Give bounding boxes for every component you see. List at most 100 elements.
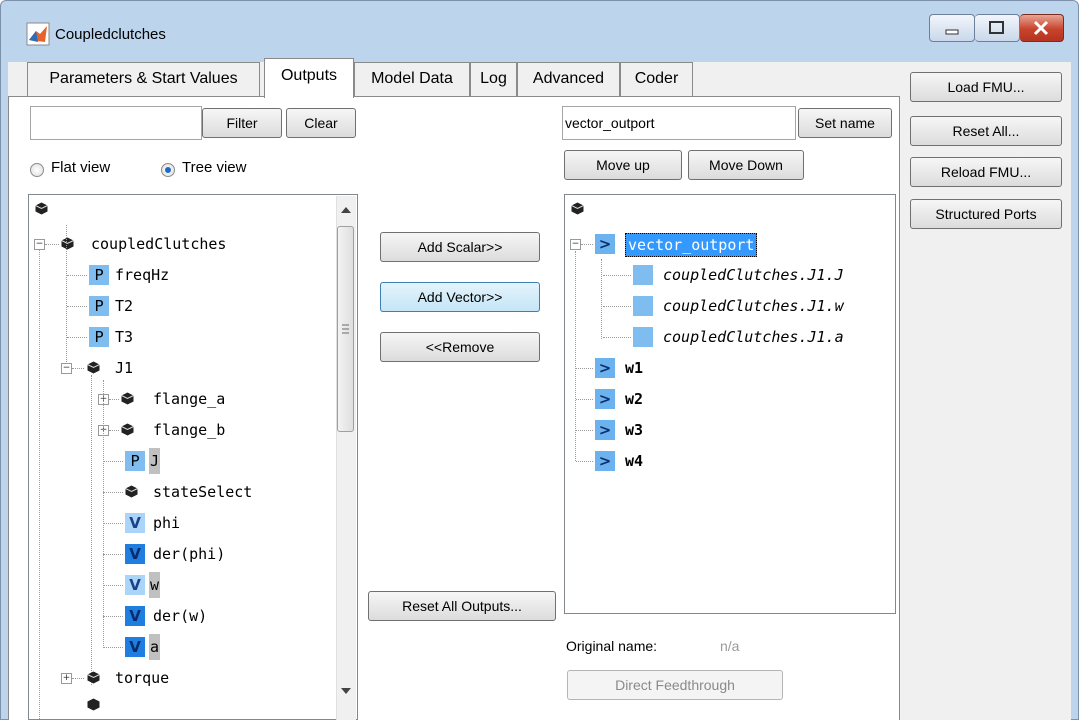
direct-feedthrough-button[interactable]: Direct Feedthrough: [567, 670, 783, 700]
scrollbar-thumb[interactable]: [337, 226, 354, 432]
tab-coder[interactable]: Coder: [620, 62, 693, 96]
scroll-down-arrow-icon[interactable]: [340, 683, 352, 698]
output-row-w1[interactable]: > w1: [565, 355, 895, 381]
tree-row-flange-a[interactable]: + flange_a: [29, 386, 349, 412]
output-row-w3[interactable]: > w3: [565, 417, 895, 443]
tree-row-label: w1: [625, 359, 644, 377]
output-row-j1-a[interactable]: coupledClutches.J1.a: [565, 324, 895, 350]
tree-row-phi[interactable]: V phi: [29, 510, 349, 536]
signal-icon: [633, 327, 653, 347]
tree-view-radio[interactable]: [161, 163, 175, 177]
remove-button[interactable]: <<Remove: [380, 332, 540, 362]
component-icon: [121, 423, 134, 436]
tree-row-coupledclutches[interactable]: − coupledClutches: [29, 231, 349, 257]
component-icon: [61, 237, 74, 250]
tab-parameters-start-values[interactable]: Parameters & Start Values: [27, 62, 260, 96]
outputs-tree[interactable]: − > vector_outport coupledClutches.J1.J …: [564, 194, 896, 614]
tree-row-label: w: [149, 572, 161, 598]
output-name-input[interactable]: vector_outport: [562, 106, 796, 140]
tree-connector: [603, 275, 631, 276]
component-icon: [125, 485, 138, 498]
tree-row-label: J: [149, 448, 161, 474]
component-icon: [121, 392, 134, 405]
output-row-j1-w[interactable]: coupledClutches.J1.w: [565, 293, 895, 319]
move-down-button[interactable]: Move Down: [688, 150, 804, 180]
flat-view-radio[interactable]: [30, 163, 44, 177]
collapse-icon[interactable]: −: [61, 363, 72, 374]
tree-connector: [72, 678, 84, 679]
tree-connector: [103, 523, 123, 524]
tree-view-label: Tree view: [182, 159, 247, 176]
tree-row-label: w2: [625, 390, 644, 408]
tree-row-j[interactable]: P J: [29, 448, 349, 474]
tab-advanced[interactable]: Advanced: [517, 62, 620, 96]
tree-connector: [576, 399, 593, 400]
reset-all-outputs-button[interactable]: Reset All Outputs...: [368, 591, 556, 621]
add-vector-button[interactable]: Add Vector>>: [380, 282, 540, 312]
output-row-j1-j[interactable]: coupledClutches.J1.J: [565, 262, 895, 288]
move-up-button[interactable]: Move up: [564, 150, 682, 180]
tab-log[interactable]: Log: [470, 62, 517, 96]
maximize-button[interactable]: [975, 14, 1020, 42]
tree-row-w[interactable]: V w: [29, 572, 349, 598]
matlab-app-icon: [26, 22, 50, 46]
collapse-icon[interactable]: −: [34, 239, 45, 250]
tree-connector: [103, 585, 123, 586]
structured-ports-button[interactable]: Structured Ports: [910, 199, 1062, 229]
close-button[interactable]: [1020, 14, 1064, 42]
minimize-button[interactable]: [929, 14, 975, 42]
tree-row-flange-b[interactable]: + flange_b: [29, 417, 349, 443]
tree-row-t2[interactable]: P T2: [29, 293, 349, 319]
tree-row-label: T3: [115, 328, 134, 346]
tree-connector: [103, 554, 123, 555]
tab-model-data[interactable]: Model Data: [354, 62, 470, 96]
output-row-vector-outport[interactable]: − > vector_outport: [565, 231, 895, 257]
tree-connector: [103, 647, 123, 648]
tree-connector: [581, 244, 593, 245]
component-icon: [87, 361, 100, 374]
tree-row-label: coupledClutches.J1.J: [663, 266, 844, 284]
tree-connector: [45, 244, 59, 245]
filter-input[interactable]: [30, 106, 202, 140]
scroll-up-arrow-icon[interactable]: [340, 202, 352, 217]
output-port-icon: >: [595, 451, 615, 471]
tree-row-der-phi[interactable]: V der(phi): [29, 541, 349, 567]
tree-row-label: freqHz: [115, 266, 170, 284]
tree-guide: [66, 225, 67, 368]
set-name-button[interactable]: Set name: [798, 108, 892, 138]
signal-icon: [633, 296, 653, 316]
parameter-icon: P: [89, 296, 109, 316]
tab-outputs[interactable]: Outputs: [264, 58, 354, 98]
output-port-icon: >: [595, 420, 615, 440]
tree-guide: [103, 380, 104, 648]
parameter-icon: P: [125, 451, 145, 471]
tree-connector: [67, 275, 87, 276]
clear-button[interactable]: Clear: [286, 108, 356, 138]
output-row-w2[interactable]: > w2: [565, 386, 895, 412]
tree-row-freqhz[interactable]: P freqHz: [29, 262, 349, 288]
tree-row-label: flange_a: [153, 390, 226, 408]
tree-connector: [103, 616, 123, 617]
tree-row-torque[interactable]: + torque: [29, 665, 349, 691]
reload-fmu-button[interactable]: Reload FMU...: [910, 157, 1062, 187]
output-port-icon: >: [595, 389, 615, 409]
filter-button[interactable]: Filter: [202, 108, 282, 138]
variable-icon: V: [125, 513, 145, 533]
expand-icon[interactable]: +: [61, 673, 72, 684]
tree-row-a[interactable]: V a: [29, 634, 349, 660]
load-fmu-button[interactable]: Load FMU...: [910, 72, 1062, 102]
reset-all-button[interactable]: Reset All...: [910, 116, 1062, 146]
tree-row-der-w[interactable]: V der(w): [29, 603, 349, 629]
collapse-icon[interactable]: −: [570, 239, 581, 250]
tree-connector: [603, 337, 631, 338]
available-signals-tree[interactable]: − coupledClutches P freqHz P T2 P T3 − J…: [28, 194, 358, 720]
tree-row-stateselect[interactable]: stateSelect: [29, 479, 349, 505]
maximize-icon: [989, 21, 1004, 34]
add-scalar-button[interactable]: Add Scalar>>: [380, 232, 540, 262]
tree-row-t3[interactable]: P T3: [29, 324, 349, 350]
tree-row-label: T2: [115, 297, 134, 315]
tree-connector: [67, 306, 87, 307]
tree-row-label: stateSelect: [153, 483, 253, 501]
tree-row-j1[interactable]: − J1: [29, 225, 349, 381]
output-row-w4[interactable]: > w4: [565, 448, 895, 474]
